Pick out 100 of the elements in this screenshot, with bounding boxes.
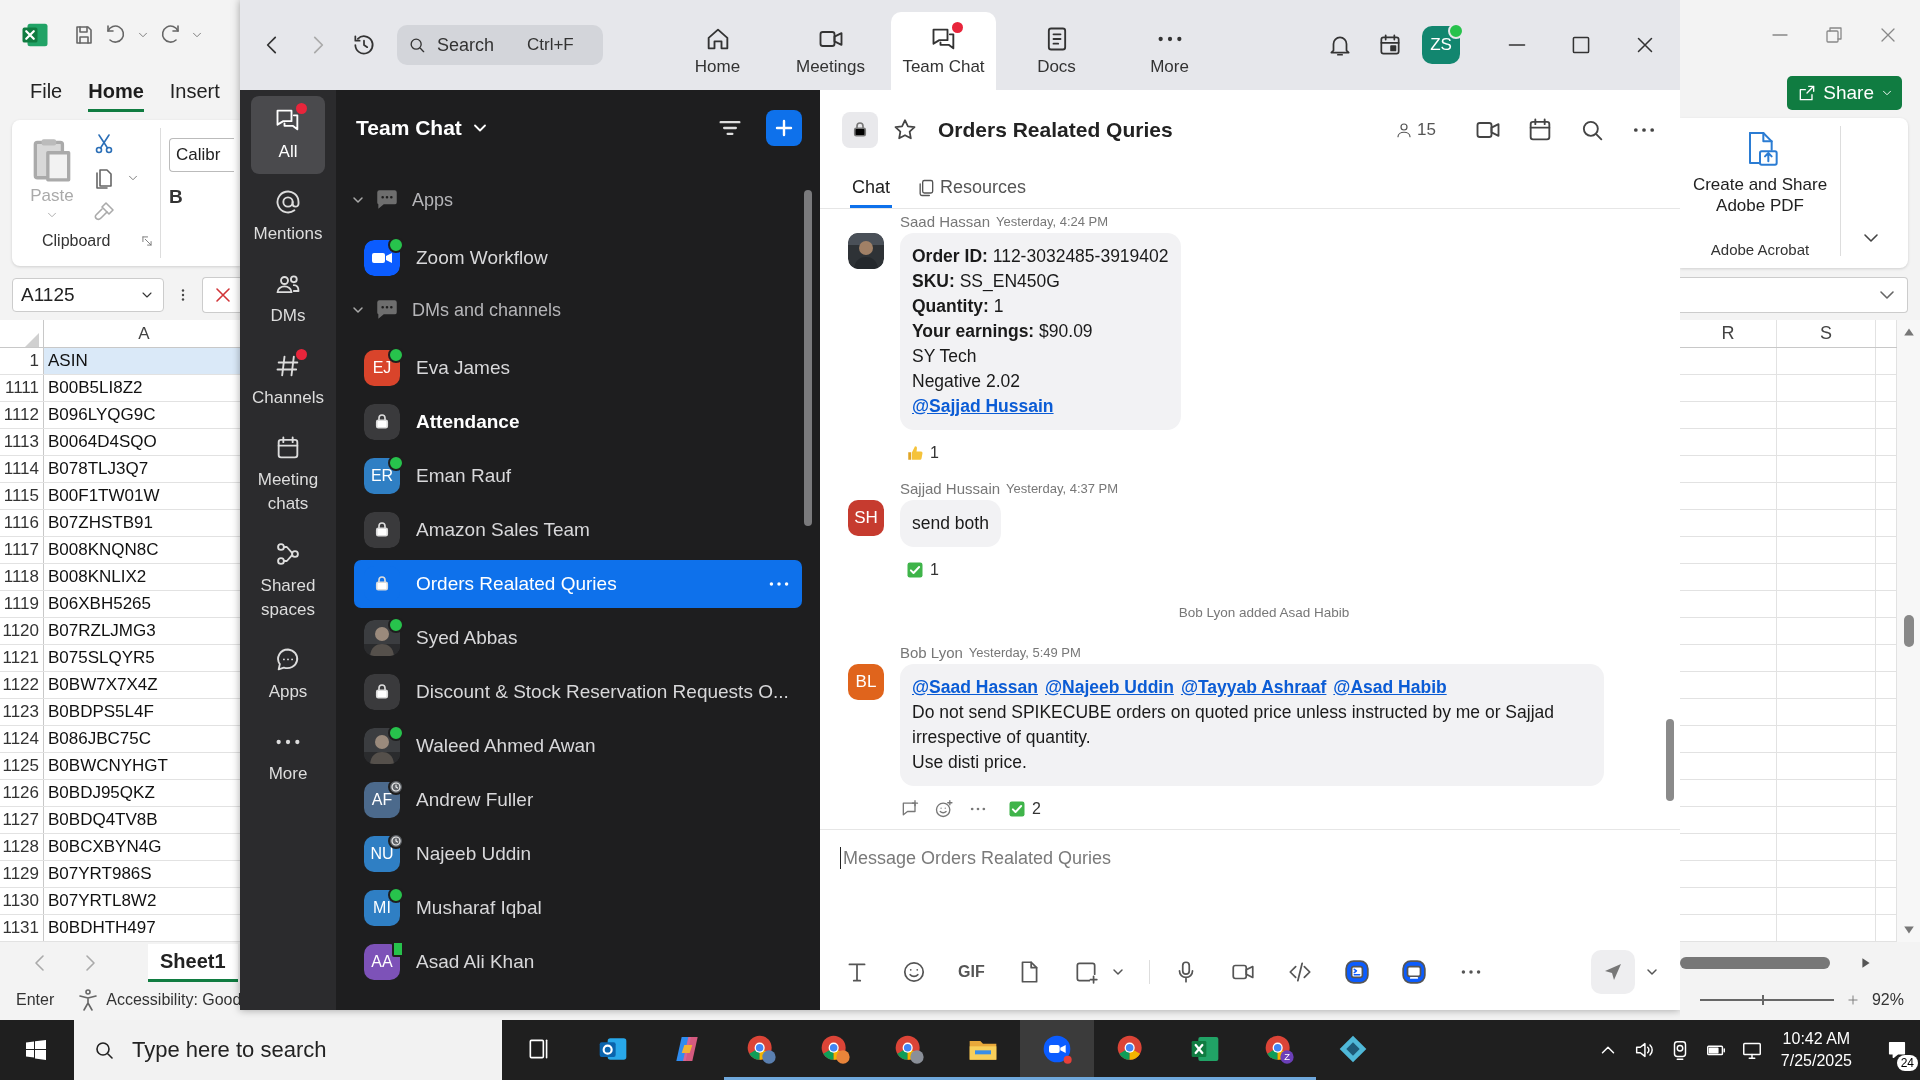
chat-list-item[interactable]: EJ Eva James — [354, 344, 802, 392]
row-number[interactable]: 1123 — [0, 699, 44, 725]
panel-title[interactable]: Team Chat — [356, 116, 462, 140]
column-header[interactable]: R — [1680, 320, 1777, 347]
clock-date[interactable]: 7/25/2025 — [1780, 1050, 1852, 1072]
row-number[interactable]: 1120 — [0, 618, 44, 644]
scrollbar-thumb[interactable] — [1680, 957, 1830, 969]
sidebar-item[interactable]: DMs — [251, 260, 325, 338]
send-button[interactable] — [1591, 950, 1635, 994]
sidebar-item[interactable]: Mentions — [251, 178, 325, 256]
sender-name[interactable]: Saad Hassan — [900, 212, 991, 230]
start-icon[interactable] — [24, 1038, 48, 1062]
share-button[interactable]: Share — [1787, 76, 1902, 110]
reaction-chip[interactable]: 1 — [906, 561, 939, 579]
reaction-chip[interactable]: 2 — [1008, 800, 1041, 818]
chat-tab[interactable]: Chat — [850, 170, 893, 208]
sidebar-item[interactable]: Meeting chats — [251, 424, 325, 526]
row-number[interactable]: 1129 — [0, 861, 44, 887]
gif-button[interactable]: GIF — [958, 963, 985, 981]
chat-list-item[interactable]: MI Musharaf Iqbal — [354, 884, 802, 932]
ribbon-tab[interactable]: File — [30, 74, 63, 112]
slider-thumb[interactable] — [1761, 995, 1764, 1005]
mention-link[interactable]: @Najeeb Uddin — [1045, 675, 1174, 700]
search-box[interactable]: Type here to search — [74, 1020, 502, 1080]
chat-list-item[interactable]: Waleed Ahmed Awan — [354, 722, 802, 770]
scrollbar-thumb[interactable] — [1903, 615, 1914, 647]
name-box[interactable]: A1125 — [12, 278, 164, 312]
scrollbar[interactable] — [1666, 719, 1674, 801]
message-field[interactable]: Message Orders Realated Quries — [841, 846, 1445, 870]
clock-time[interactable]: 10:42 AM — [1782, 1028, 1851, 1050]
sender-name[interactable]: Sajjad Hussain — [900, 479, 1001, 497]
nav-tab[interactable]: Meetings — [778, 12, 883, 90]
sidebar-item[interactable]: Shared spaces — [251, 530, 325, 632]
chat-list-item[interactable]: AA Asad Ali Khan — [354, 938, 802, 986]
nav-tab[interactable]: More — [1117, 12, 1222, 90]
row-number[interactable]: 1128 — [0, 834, 44, 860]
font-field[interactable]: Calibr — [169, 138, 234, 172]
new-chat-button[interactable] — [766, 110, 802, 146]
create-pdf-button[interactable]: Create and Share Adobe PDF — [1685, 128, 1835, 216]
row-number[interactable]: 1113 — [0, 429, 44, 455]
row-number[interactable]: 1111 — [0, 375, 44, 401]
sidebar-item[interactable]: Apps — [251, 636, 325, 714]
sidebar-item[interactable]: All — [251, 96, 325, 174]
bold-button[interactable]: B — [169, 186, 195, 208]
row-number[interactable]: 1117 — [0, 537, 44, 563]
chat-list-item[interactable]: Amazon Sales Team — [354, 506, 802, 554]
chat-list-item[interactable]: Orders Realated Quries — [354, 560, 802, 608]
accessibility-status[interactable]: Accessibility: Good — [106, 991, 240, 1009]
add-reaction-icon[interactable] — [934, 799, 954, 819]
scroll-up-icon[interactable] — [1902, 326, 1915, 338]
chat-tab[interactable]: Resources — [914, 170, 1029, 208]
avatar[interactable]: SH — [848, 500, 884, 536]
profile-avatar[interactable]: ZS — [1422, 26, 1460, 64]
sidebar-item[interactable]: More — [251, 718, 325, 796]
chat-list-item[interactable]: Zoom Workflow — [354, 234, 802, 282]
row-number[interactable]: 1122 — [0, 672, 44, 698]
row-number[interactable]: 1121 — [0, 645, 44, 671]
scroll-right-icon[interactable] — [1860, 957, 1872, 969]
nav-tab[interactable]: Docs — [1004, 12, 1109, 90]
emoji-icon[interactable] — [901, 959, 927, 985]
scroll-down-icon[interactable] — [1902, 924, 1915, 936]
search-field[interactable]: Type here to search — [130, 1036, 494, 1064]
column-header[interactable]: A — [44, 320, 240, 347]
row-number[interactable]: 1112 — [0, 402, 44, 428]
sheet-tab[interactable]: Sheet1 — [148, 944, 238, 982]
row-number[interactable]: 1124 — [0, 726, 44, 752]
row-number[interactable]: 1127 — [0, 807, 44, 833]
scrollbar[interactable] — [804, 190, 812, 526]
chat-list-item[interactable]: Syed Abbas — [354, 614, 802, 662]
ribbon-tab[interactable]: Home — [88, 74, 144, 112]
chat-list-item[interactable]: Attendance — [354, 398, 802, 446]
row-number[interactable]: 1116 — [0, 510, 44, 536]
reaction-chip[interactable]: 1 — [906, 444, 939, 462]
row-number[interactable]: 1126 — [0, 780, 44, 806]
search-field[interactable]: Search — [435, 33, 519, 57]
row-number[interactable]: 1130 — [0, 888, 44, 914]
nav-tab[interactable]: Home — [665, 12, 770, 90]
search-box[interactable]: Search Ctrl+F — [397, 25, 603, 65]
chat-list-item[interactable]: ER Eman Rauf — [354, 452, 802, 500]
nav-tab[interactable]: Team Chat — [891, 12, 996, 90]
app-icon[interactable] — [1400, 959, 1427, 985]
column-header[interactable]: S — [1777, 320, 1876, 347]
chat-list-item[interactable]: Discount & Stock Reservation Requests O... — [354, 668, 802, 716]
row-number[interactable]: 1118 — [0, 564, 44, 590]
members-button[interactable]: 15 — [1395, 120, 1436, 140]
ribbon-tab[interactable]: Insert — [169, 74, 220, 112]
mention-link[interactable]: @Asad Habib — [1333, 675, 1447, 700]
row-number[interactable]: 1125 — [0, 753, 44, 779]
mention-link[interactable]: @Saad Hassan — [912, 675, 1038, 700]
row-number[interactable]: 1119 — [0, 591, 44, 617]
zoom-level[interactable]: 92% — [1871, 991, 1904, 1009]
sidebar-item[interactable]: Channels — [251, 342, 325, 420]
sender-name[interactable]: Bob Lyon — [900, 643, 963, 661]
row-number[interactable]: 1114 — [0, 456, 44, 482]
chat-list-item[interactable]: NU Najeeb Uddin — [354, 830, 802, 878]
chat-list-item[interactable]: AF Andrew Fuller — [354, 776, 802, 824]
mention-link[interactable]: @Sajjad Hussain — [912, 394, 1054, 419]
section-header[interactable]: Apps — [412, 189, 454, 211]
app-icon[interactable] — [1343, 959, 1370, 985]
row-number[interactable]: 1115 — [0, 483, 44, 509]
